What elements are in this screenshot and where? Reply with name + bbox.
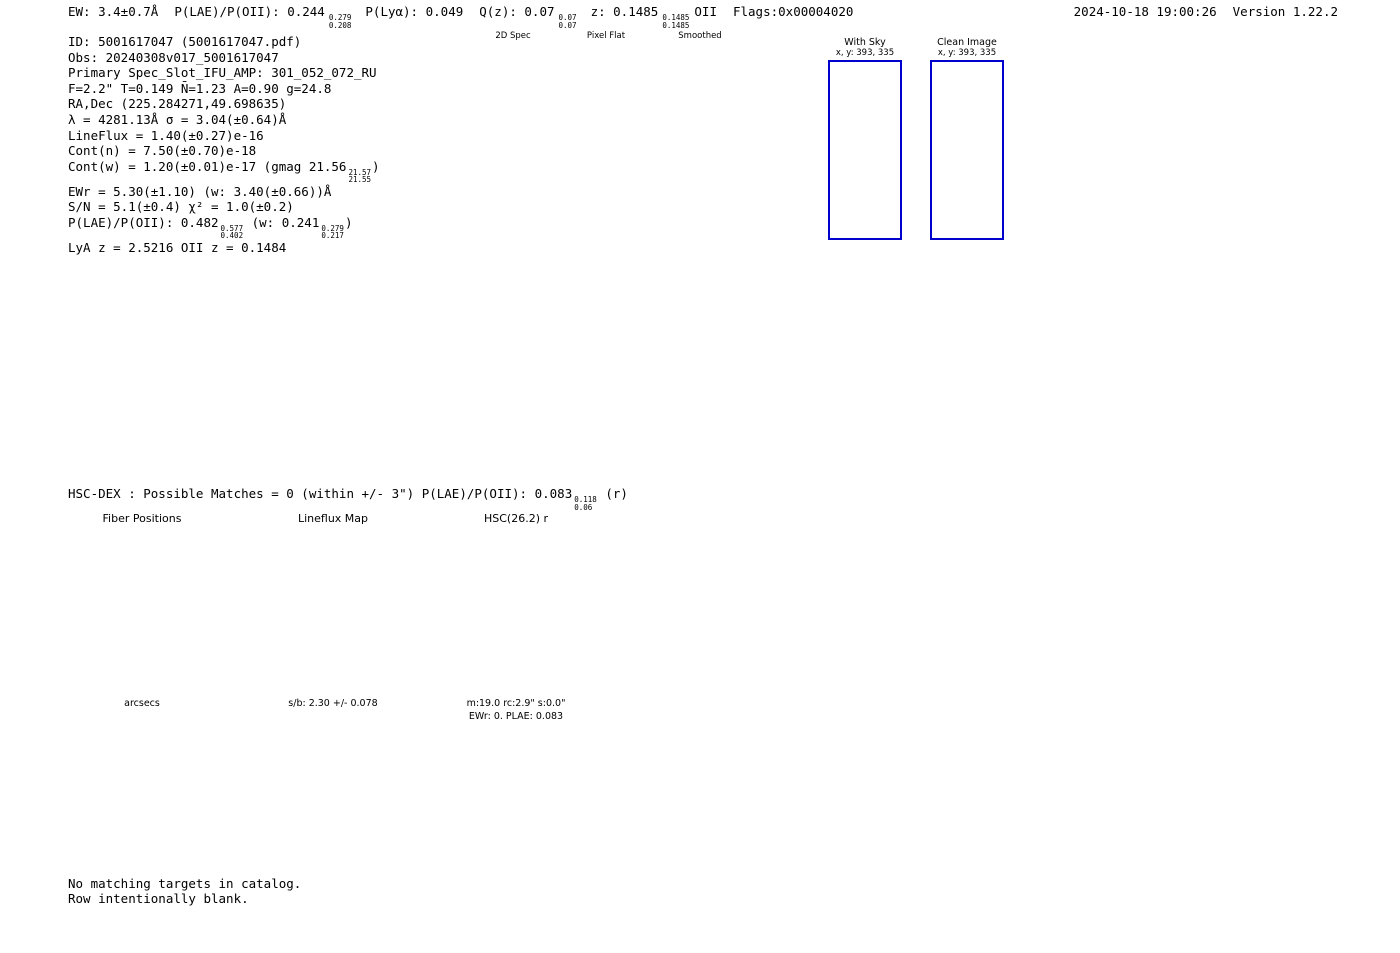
- datetime-version: 2024-10-18 19:00:26 Version 1.22.2: [1074, 4, 1338, 19]
- twod-title-pixelflat: Pixel Flat: [586, 31, 626, 41]
- sn-chi2: S/N = 5.1(±0.4) χ² = 1.0(±0.2): [68, 199, 294, 215]
- equivalent-width: EWr = 5.30(±1.10) (w: 3.40(±0.66))Å: [68, 183, 332, 199]
- twod-title-2dspec: 2D Spec: [495, 31, 531, 41]
- twod-title-smoothed: Smoothed: [678, 31, 722, 41]
- seeing-throughput: F=2.2" T=0.149 N̄=1.23 A=0.90 g=24.8: [68, 80, 332, 96]
- elixer-report-page: { "header": { "ew": "EW: 3.4±0.7Å", "pla…: [0, 0, 1400, 953]
- plae-unc-2: 0.279 0.217: [321, 223, 344, 241]
- hscdex-match-line: HSC-DEX : Possible Matches = 0 (within +…: [68, 486, 628, 512]
- ra-dec: RA,Dec (225.284271,49.698635): [68, 96, 287, 112]
- hscdex-uncertainty: 0.118 0.06: [574, 495, 597, 512]
- with-sky-coords: x, y: 393, 335: [835, 48, 895, 58]
- with-sky-image: [828, 60, 902, 240]
- z-uncertainty: 0.1485 0.1485: [662, 13, 690, 30]
- clean-image: [930, 60, 1004, 240]
- fiber-positions-title: Fiber Positions: [102, 512, 182, 525]
- flags-value: Flags:0x00004020: [732, 4, 854, 19]
- fiber-positions-image: [66, 530, 218, 682]
- qz-value: Q(z): 0.07: [479, 4, 555, 19]
- report-datetime: 2024-10-18 19:00:26: [1073, 4, 1217, 19]
- plya-value: P(Lyα): 0.049: [365, 4, 464, 19]
- z-value: z: 0.1485: [590, 4, 659, 19]
- catalog-note-2: Row intentionally blank.: [68, 891, 249, 906]
- lineflux-map-title: Lineflux Map: [297, 512, 369, 525]
- spectral-line-labels: [105, 256, 1295, 352]
- lineflux-xlabel: s/b: 2.30 +/- 0.078: [288, 698, 378, 709]
- header-summary: EW: 3.4±0.7Å P(LAE)/P(OII): 0.244 0.279 0.2…: [68, 4, 853, 29]
- detection-id: ID: 5001617047 (5001617047.pdf): [68, 34, 302, 49]
- with-sky-title: With Sky: [844, 37, 886, 48]
- clean-image-title: Clean Image: [937, 37, 997, 48]
- line-fit-plot: [1010, 50, 1310, 245]
- catalog-notes: No matching targets in catalog. Row inte…: [68, 876, 301, 906]
- wavelength-sigma: λ = 4281.13Å σ = 3.04(±0.64)Å: [68, 111, 287, 127]
- hsc-r-title: HSC(26.2) r: [483, 512, 549, 525]
- catalog-note-1: No matching targets in catalog.: [68, 876, 302, 891]
- full-spectrum-plot: [55, 340, 1315, 452]
- continuum-n: Cont(n) = 7.50(±0.70)e-18: [68, 143, 257, 159]
- clean-image-coords: x, y: 393, 335: [937, 48, 997, 58]
- plae-poii-uncertainty: 0.279 0.208: [328, 13, 352, 30]
- redshift-solutions: LyA z = 2.5216 OII z = 0.1484: [68, 239, 287, 255]
- hsc-xlabel: m:19.0 rc:2.9" s:0.0": [466, 698, 566, 709]
- lineflux-map-image: [257, 530, 409, 682]
- gmag-uncertainty: 21.57 21.55: [348, 167, 372, 185]
- twod-spec-rows: [465, 45, 751, 261]
- line-flux: LineFlux = 1.40(±0.27)e-16: [68, 127, 264, 143]
- qz-uncertainty: 0.07 0.07: [558, 13, 577, 30]
- plae-poii-detail: P(LAE)/P(OII): 0.482 0.577 0.402 (w: 0.241…: [68, 214, 353, 241]
- twod-panel-titles: 2D Spec Pixel Flat Smoothed: [465, 31, 751, 43]
- fiber-xlabel: arcsecs: [124, 698, 160, 709]
- ew-value: EW: 3.4±0.7Å: [68, 4, 159, 19]
- spec-slot-ifu-amp: Primary Spec_Slot_IFU_AMP: 301_052_072_R…: [68, 65, 377, 81]
- detection-info-block: ID: 5001617047 (5001617047.pdf) Obs: 202…: [68, 34, 380, 256]
- hsc-xlabel2: EWr: 0. PLAE: 0.083: [468, 711, 564, 722]
- plae-poii-value: P(LAE)/P(OII): 0.244: [174, 4, 325, 19]
- continuum-w: Cont(w) = 1.20(±0.01)e-17 (gmag 21.56 21.…: [68, 158, 380, 185]
- hsc-r-image: [440, 530, 592, 682]
- z-type: OII: [694, 4, 717, 19]
- observation-id: Obs: 20240308v017_5001617047: [68, 49, 279, 65]
- report-version: Version 1.22.2: [1232, 4, 1338, 19]
- plae-unc-1: 0.577 0.402: [220, 223, 244, 241]
